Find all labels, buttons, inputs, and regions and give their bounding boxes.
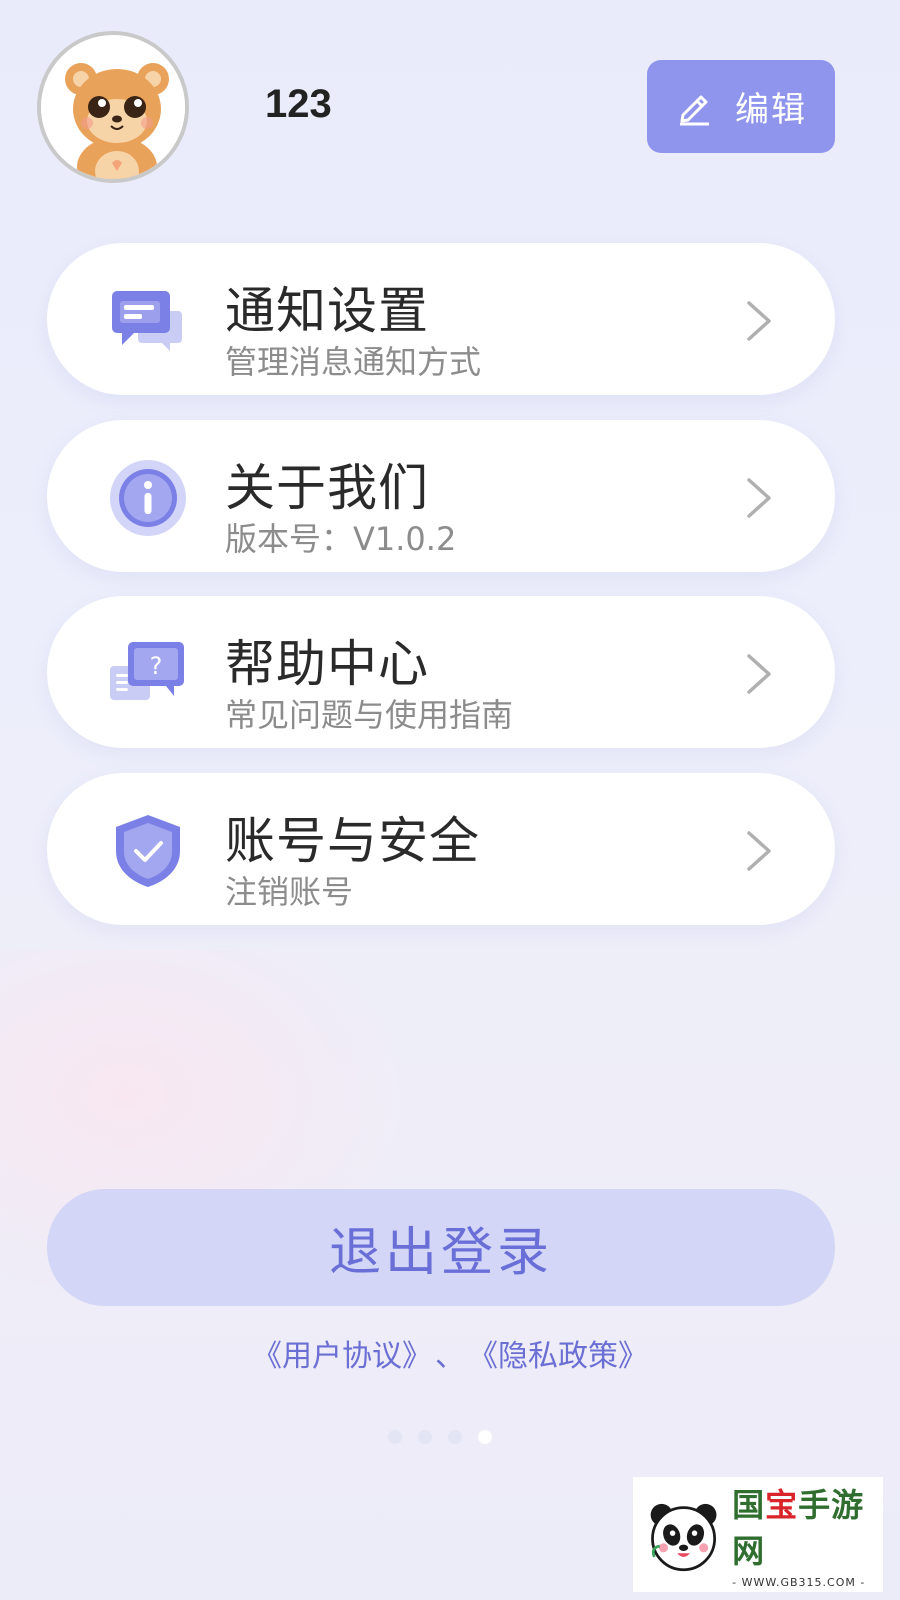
menu-item-help-center[interactable]: ? 帮助中心 常见问题与使用指南 [47,596,835,748]
user-agreement-link[interactable]: 《用户协议》 [252,1339,417,1374]
page-dot[interactable] [388,1430,402,1444]
privacy-policy-link[interactable]: 《隐私政策》 [483,1339,648,1374]
page-dot-active[interactable] [478,1430,492,1444]
pencil-icon [680,95,709,125]
menu-subtitle: 管理消息通知方式 [225,343,482,381]
edit-profile-button[interactable]: 编辑 [647,60,835,153]
menu-title: 账号与安全 [225,812,480,870]
svg-text:?: ? [150,652,163,680]
help-chat-icon: ? [108,634,188,714]
username: 123 [265,82,332,126]
chevron-right-icon [747,301,771,341]
menu-title: 帮助中心 [225,635,429,693]
menu-subtitle: 版本号：V1.0.2 [225,520,457,558]
chevron-right-icon [747,478,771,518]
logout-label: 退出登录 [328,1223,553,1283]
avatar[interactable] [37,31,189,183]
menu-item-notification-settings[interactable]: 通知设置 管理消息通知方式 [47,243,835,395]
panda-logo-icon [650,1503,717,1571]
agreements-separator: 、 [435,1339,465,1374]
page-indicator [388,1430,492,1444]
watermark-title-part2: 宝 [765,1486,799,1524]
bear-avatar-icon [41,35,185,179]
menu-subtitle: 常见问题与使用指南 [225,696,514,734]
menu-item-about-us[interactable]: 关于我们 版本号：V1.0.2 [47,420,835,572]
agreements: 《用户协议》、《隐私政策》 [0,1331,900,1375]
shield-check-icon [108,811,188,891]
watermark-url: - WWW.GB315.COM - [732,1576,866,1589]
logout-button[interactable]: 退出登录 [47,1189,835,1306]
watermark-title: 国宝手游网 [732,1480,883,1572]
watermark: 国宝手游网 - WWW.GB315.COM - [633,1477,883,1592]
info-icon [108,458,188,538]
menu-title: 关于我们 [225,459,429,517]
page-dot[interactable] [418,1430,432,1444]
page-dot[interactable] [448,1430,462,1444]
edit-label: 编辑 [735,90,807,130]
watermark-title-part1: 国 [732,1486,766,1524]
menu-subtitle: 注销账号 [225,873,354,911]
menu-title: 通知设置 [225,282,429,340]
chevron-right-icon [747,831,771,871]
chevron-right-icon [747,654,771,694]
watermark-text: 国宝手游网 - WWW.GB315.COM - [732,1480,883,1589]
menu-item-account-security[interactable]: 账号与安全 注销账号 [47,773,835,925]
message-icon [108,281,188,361]
